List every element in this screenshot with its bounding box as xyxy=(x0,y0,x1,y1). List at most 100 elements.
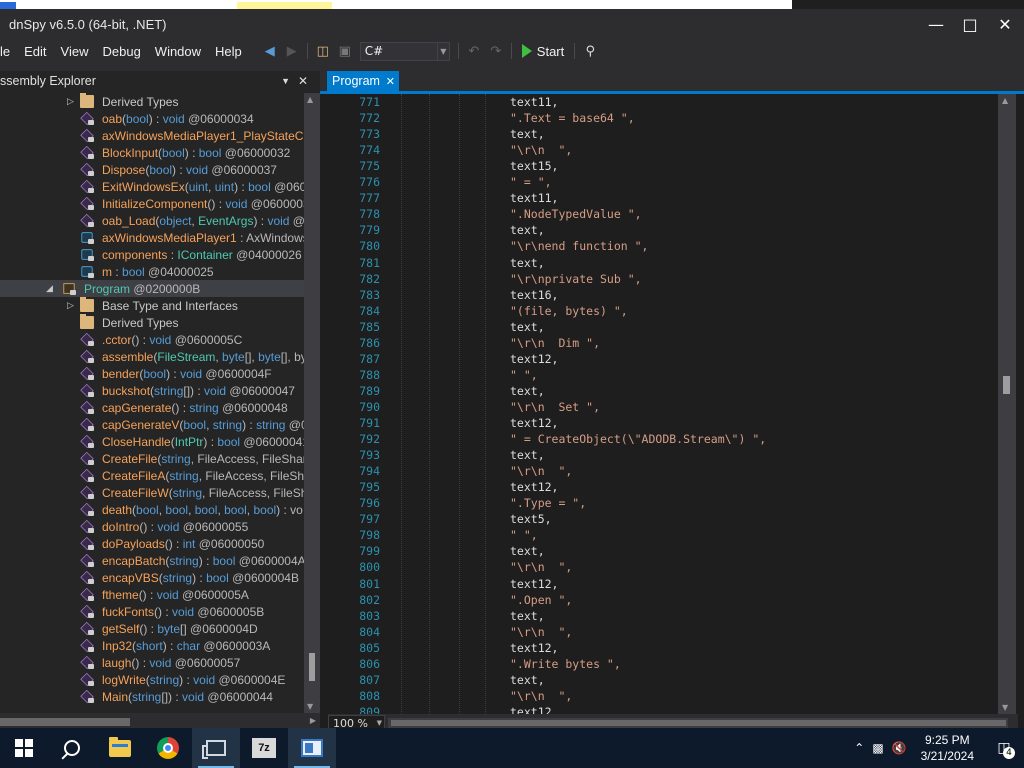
scroll-thumb[interactable] xyxy=(0,718,130,726)
menu-window[interactable]: Window xyxy=(148,44,208,59)
minimize-icon[interactable]: — xyxy=(919,9,953,39)
tree-node[interactable]: doIntro() : void @06000055 xyxy=(0,518,304,535)
language-select[interactable]: C# ▼ xyxy=(359,41,450,61)
tree-node[interactable]: logWrite(string) : void @0600004E xyxy=(0,671,304,688)
volume-muted-icon[interactable]: 🔇 xyxy=(888,741,911,755)
tree-node[interactable]: bender(bool) : void @0600004F xyxy=(0,365,304,382)
scroll-down-icon[interactable]: ▼ xyxy=(1002,703,1008,712)
tree-node[interactable]: laugh() : void @06000057 xyxy=(0,654,304,671)
navigate-back-icon[interactable]: ◀ xyxy=(259,41,281,61)
title-bar[interactable]: dnSpy v6.5.0 (64-bit, .NET) xyxy=(0,9,1024,39)
start-button[interactable]: Start xyxy=(516,44,570,59)
tree-node[interactable]: oab(bool) : void @06000034 xyxy=(0,110,304,127)
navigate-forward-icon[interactable]: ▶ xyxy=(281,41,303,61)
tree-node[interactable]: Derived Types xyxy=(0,314,304,331)
scroll-right-icon[interactable]: ▶ xyxy=(310,716,316,725)
code-text: "\r\n ", xyxy=(510,143,573,158)
tree-node[interactable]: Dispose(bool) : void @06000037 xyxy=(0,161,304,178)
scroll-down-icon[interactable]: ▼ xyxy=(307,702,313,711)
tree-node[interactable]: ftheme() : void @0600005A xyxy=(0,586,304,603)
tree-node[interactable]: CloseHandle(IntPtr) : bool @06000041 xyxy=(0,433,304,450)
tree-node-label: laugh() : void @06000057 xyxy=(102,656,240,670)
tree-node[interactable]: fuckFonts() : void @0600005B xyxy=(0,603,304,620)
tree-node[interactable]: doPayloads() : int @06000050 xyxy=(0,535,304,552)
undo-icon[interactable]: ↶ xyxy=(463,41,485,61)
chrome-button[interactable] xyxy=(144,728,192,768)
scroll-thumb[interactable] xyxy=(1003,376,1010,394)
menu-edit[interactable]: Edit xyxy=(17,44,53,59)
taskbar-search-button[interactable] xyxy=(48,728,96,768)
tree-node[interactable]: getSelf() : byte[] @0600004D xyxy=(0,620,304,637)
code-line: 798 " ", xyxy=(328,528,998,544)
dnspy-button[interactable] xyxy=(288,728,336,768)
close-icon[interactable]: ✕ xyxy=(988,9,1022,39)
save-icon[interactable]: ▣ xyxy=(334,41,356,61)
maximize-icon[interactable]: □ xyxy=(953,9,987,39)
network-icon[interactable]: ▩ xyxy=(868,741,887,755)
tree-node[interactable]: encapVBS(string) : bool @0600004B xyxy=(0,569,304,586)
tree-node[interactable]: Main(string[]) : void @06000044 xyxy=(0,688,304,705)
tree-node-text: []) : xyxy=(183,383,205,398)
notification-center-button[interactable]: ◫ 4 xyxy=(984,728,1024,768)
tree-node[interactable]: BlockInput(bool) : bool @06000032 xyxy=(0,144,304,161)
lock-icon xyxy=(88,664,94,669)
menu-help[interactable]: Help xyxy=(208,44,249,59)
tree-node[interactable]: death(bool, bool, bool, bool, bool) : vo xyxy=(0,501,304,518)
expand-icon[interactable]: ▷ xyxy=(67,300,74,311)
tree-node[interactable]: m : bool @04000025 xyxy=(0,263,304,280)
scroll-thumb[interactable] xyxy=(391,720,1006,726)
expand-icon[interactable]: ▷ xyxy=(67,96,74,107)
tree-node[interactable]: ▷ Derived Types xyxy=(0,93,304,110)
editor-vertical-scrollbar[interactable]: ▲ ▼ xyxy=(998,94,1016,714)
tree-node[interactable]: assemble(FileStream, byte[], byte[], by xyxy=(0,348,304,365)
code-text: text12, xyxy=(510,704,559,714)
chevron-up-icon[interactable]: ⌃ xyxy=(850,741,868,755)
tree-node[interactable]: .cctor() : void @0600005C xyxy=(0,331,304,348)
editor-horizontal-scrollbar[interactable] xyxy=(388,718,1008,728)
close-tab-icon[interactable]: ✕ xyxy=(386,75,395,88)
tree-node[interactable]: CreateFileW(string, FileAccess, FileSha xyxy=(0,484,304,501)
tree-node-text: @0600003 xyxy=(247,196,304,211)
tree-node[interactable]: ExitWindowsEx(uint, uint) : bool @060 xyxy=(0,178,304,195)
assembly-tree[interactable]: ▷ Derived Types oab(bool) : void @06000034… xyxy=(0,93,304,713)
lock-icon xyxy=(88,698,94,703)
menu-debug[interactable]: Debug xyxy=(95,44,147,59)
tree-node[interactable]: CreateFileA(string, FileAccess, FileShar xyxy=(0,467,304,484)
redo-icon[interactable]: ↷ xyxy=(485,41,507,61)
file-explorer-button[interactable] xyxy=(96,728,144,768)
tree-node[interactable]: Inp32(short) : char @0600003A xyxy=(0,637,304,654)
code-line: 792 " = CreateObject(\"ADODB.Stream\") ", xyxy=(328,432,998,448)
scroll-up-icon[interactable]: ▲ xyxy=(1002,96,1008,105)
tree-node[interactable]: axWindowsMediaPlayer1 : AxWindows xyxy=(0,229,304,246)
tree-node[interactable]: capGenerate() : string @06000048 xyxy=(0,399,304,416)
scroll-up-icon[interactable]: ▲ xyxy=(307,95,313,104)
tree-node[interactable]: ◢ Program @0200000B xyxy=(0,280,304,297)
tree-node[interactable]: CreateFile(string, FileAccess, FileShare… xyxy=(0,450,304,467)
tree-node[interactable]: oab_Load(object, EventArgs) : void @0 xyxy=(0,212,304,229)
tree-node[interactable]: encapBatch(string) : bool @0600004A xyxy=(0,552,304,569)
pin-icon[interactable]: ▼ xyxy=(281,76,290,86)
tab-program[interactable]: Program ✕ xyxy=(327,71,399,91)
tree-node[interactable]: ▷ Base Type and Interfaces xyxy=(0,297,304,314)
scroll-thumb[interactable] xyxy=(309,653,315,681)
close-panel-icon[interactable]: ✕ xyxy=(298,74,308,88)
task-view-button[interactable] xyxy=(192,728,240,768)
line-number: 789 xyxy=(359,383,380,398)
open-folder-icon[interactable]: ◫ xyxy=(312,41,334,61)
search-icon[interactable]: ⚲ xyxy=(579,41,601,61)
sevenzip-button[interactable]: 7z xyxy=(240,728,288,768)
tree-node[interactable]: InitializeComponent() : void @0600003 xyxy=(0,195,304,212)
collapse-icon[interactable]: ◢ xyxy=(46,283,53,294)
explorer-vertical-scrollbar[interactable]: ▲ ▼ xyxy=(304,93,320,713)
tree-node[interactable]: axWindowsMediaPlayer1_PlayStateCh xyxy=(0,127,304,144)
menu-view[interactable]: View xyxy=(54,44,96,59)
tree-node-text: components xyxy=(102,247,168,262)
tree-node[interactable]: capGenerateV(bool, string) : string @0 xyxy=(0,416,304,433)
menu-file[interactable]: le xyxy=(0,44,17,59)
tree-node[interactable]: components : IContainer @04000026 xyxy=(0,246,304,263)
code-editor[interactable]: 771 text11, 772 ".Text = base64 ", 773 text, 7… xyxy=(328,94,998,714)
start-menu-button[interactable] xyxy=(0,728,48,768)
tree-node-text: bool xyxy=(126,111,149,126)
tree-node[interactable]: buckshot(string[]) : void @06000047 xyxy=(0,382,304,399)
clock[interactable]: 9:25 PM 3/21/2024 xyxy=(911,732,984,764)
